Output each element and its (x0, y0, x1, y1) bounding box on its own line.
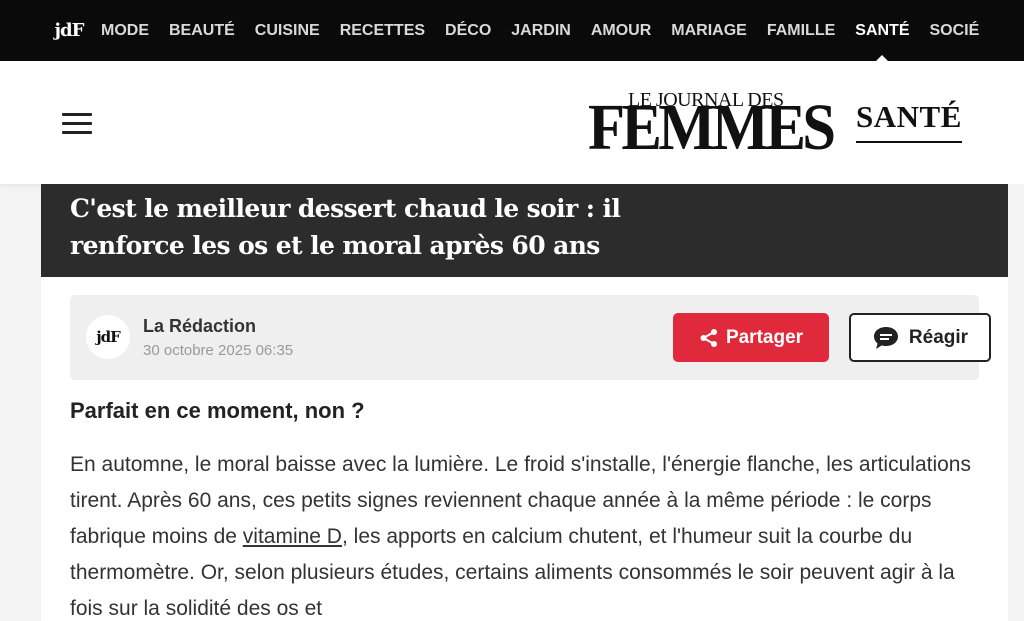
brand-header: LE JOURNAL DES FEMMES SANTÉ (0, 61, 1024, 184)
nav-category-8[interactable]: FAMILLE (767, 22, 835, 40)
article-title-bar: C'est le meilleur dessert chaud le soir … (41, 184, 1008, 277)
author-name[interactable]: La Rédaction (143, 316, 256, 337)
vitamine-d-link[interactable]: vitamine D (243, 525, 342, 548)
share-icon (700, 328, 717, 347)
react-button-label: Réagir (908, 326, 969, 348)
section-label[interactable]: SANTÉ (856, 99, 962, 143)
byline-box: jdF La Rédaction 30 octobre 2025 06:35 P… (70, 295, 991, 380)
share-button[interactable]: Partager (673, 313, 829, 362)
article-lead: Parfait en ce moment, non ? (70, 398, 365, 423)
article-title: C'est le meilleur dessert chaud le soir … (70, 194, 621, 260)
nav-category-5[interactable]: JARDIN (511, 22, 571, 40)
nav-category-7[interactable]: MARIAGE (671, 22, 747, 40)
nav-category-6[interactable]: AMOUR (591, 22, 651, 40)
jdf-mini-logo[interactable]: jdF (49, 16, 89, 46)
nav-category-9[interactable]: SANTÉ (855, 22, 910, 61)
publish-date: 30 octobre 2025 06:35 (143, 342, 294, 359)
nav-category-0[interactable]: MODE (101, 22, 149, 40)
journal-des-femmes-logo[interactable]: LE JOURNAL DES FEMMES (588, 89, 840, 161)
logo-line-2: FEMMES (588, 91, 836, 164)
author-avatar: jdF (86, 315, 130, 359)
nav-category-10[interactable]: SOCIÉ (930, 22, 980, 40)
nav-category-1[interactable]: BEAUTÉ (169, 22, 235, 40)
article-body-paragraph: En automne, le moral baisse avec la lumi… (70, 447, 982, 621)
share-button-label: Partager (725, 326, 804, 348)
category-nav: jdF MODE BEAUTÉ CUISINE RECETTES DÉCO JARDIN A… (0, 0, 1024, 61)
article: C'est le meilleur dessert chaud le soir … (41, 184, 1008, 621)
hamburger-menu-icon[interactable] (62, 113, 92, 135)
nav-category-3[interactable]: RECETTES (340, 22, 425, 40)
react-button[interactable]: Réagir (849, 313, 991, 362)
page-gutter (1008, 184, 1024, 621)
nav-category-4[interactable]: DÉCO (445, 22, 491, 40)
comment-bubble-icon (873, 326, 898, 349)
category-list: MODE BEAUTÉ CUISINE RECETTES DÉCO JARDIN AMOUR… (101, 22, 999, 61)
nav-category-2[interactable]: CUISINE (255, 22, 320, 40)
